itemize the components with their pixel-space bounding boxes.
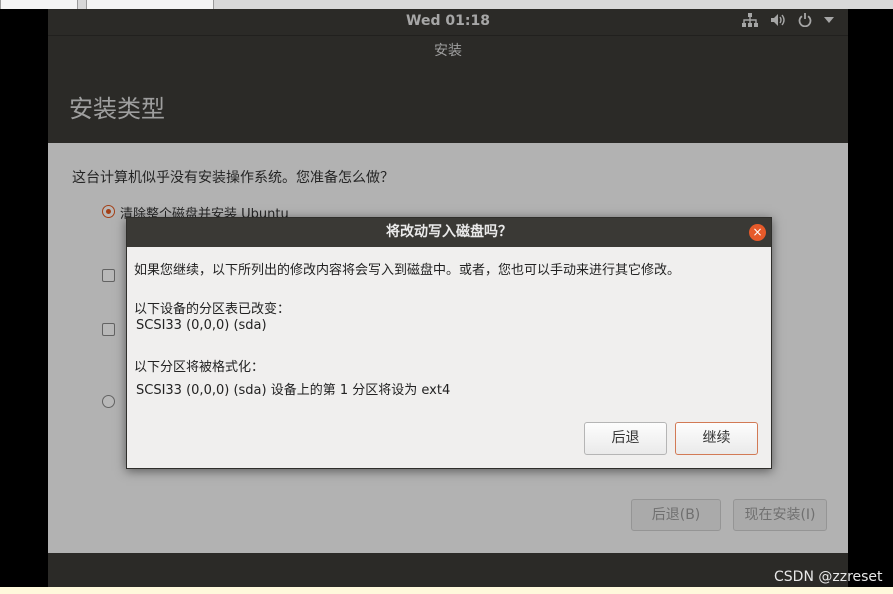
dialog-continue-button[interactable]: 继续: [675, 422, 758, 455]
dialog-back-button[interactable]: 后退: [584, 422, 667, 455]
write-changes-dialog: 将改动写入磁盘吗？ × 如果您继续，以下所列出的修改内容将会写入到磁盘中。或者，…: [126, 217, 772, 469]
format-detail: SCSI33 (0,0,0) (sda) 设备上的第 1 分区将设为 ext4: [136, 383, 451, 398]
ubuntu-installer-screen: Wed 01:18 安装 安装类型 这台计算机似乎没有安装操作系统。您准备怎么做…: [48, 9, 848, 587]
partition-table-device: SCSI33 (0,0,0) (sda): [136, 318, 267, 333]
close-icon[interactable]: ×: [749, 224, 766, 241]
host-tab-strip: [0, 0, 893, 9]
dialog-intro: 如果您继续，以下所列出的修改内容将会写入到磁盘中。或者，您也可以手动来进行其它修…: [134, 263, 681, 278]
host-tab[interactable]: [0, 0, 78, 9]
host-status-strip: [0, 587, 893, 594]
watermark: CSDN @zzreset: [774, 569, 883, 585]
format-heading: 以下分区将被格式化：: [134, 360, 265, 375]
partition-table-heading: 以下设备的分区表已改变：: [134, 302, 291, 317]
host-tab[interactable]: [86, 0, 214, 9]
dialog-title: 将改动写入磁盘吗？: [127, 218, 771, 247]
